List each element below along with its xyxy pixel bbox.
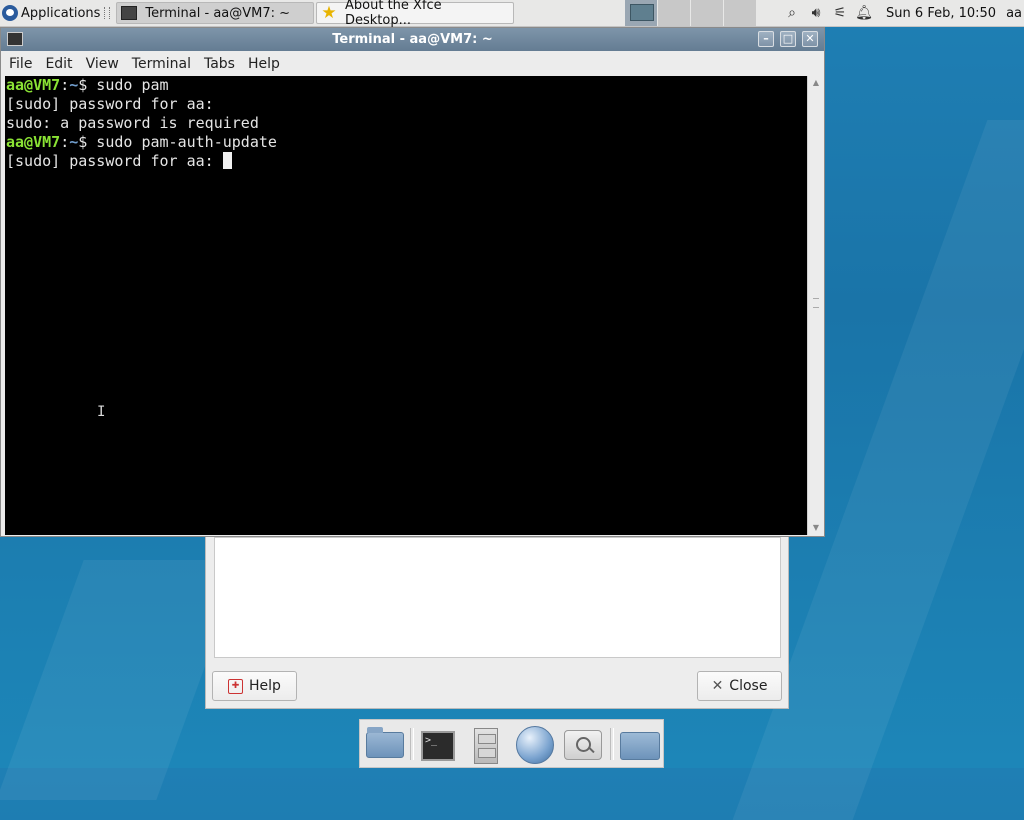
maximize-button[interactable]: □ — [780, 31, 796, 47]
volume-icon[interactable]: 🔊︎ — [806, 5, 826, 21]
top-panel: Applications Terminal - aa@VM7: ~ ★ Abou… — [0, 0, 1024, 28]
menu-tabs[interactable]: Tabs — [199, 56, 240, 72]
close-button[interactable]: ✕ Close — [697, 671, 782, 701]
web-browser-icon — [516, 726, 554, 764]
output-text: [sudo] password for aa: — [6, 95, 214, 113]
taskbar-about-button[interactable]: ★ About the Xfce Desktop... — [316, 0, 515, 28]
scroll-down-arrow-icon[interactable]: ▼ — [810, 523, 822, 533]
file-manager-icon — [474, 728, 498, 764]
system-tray: ⌕ 🔊︎ ⚟ 🔔︎ Sun 6 Feb, 10:50 aa — [780, 0, 1024, 26]
prompt-user: aa@VM7 — [6, 76, 61, 94]
close-button-label: Close — [729, 678, 768, 694]
terminal-icon — [121, 6, 138, 20]
terminal-line: [sudo] password for aa: — [5, 152, 807, 171]
applications-label: Applications — [21, 5, 101, 21]
taskbar-terminal-button[interactable]: Terminal - aa@VM7: ~ — [116, 2, 315, 24]
dock-app-finder[interactable] — [560, 724, 604, 764]
about-content-area — [214, 537, 781, 658]
help-icon: ✚ — [228, 678, 244, 694]
menu-terminal[interactable]: Terminal — [127, 56, 196, 72]
panel-separator — [104, 7, 111, 19]
xfce-logo-icon — [2, 5, 18, 21]
dock-folder[interactable] — [616, 724, 660, 764]
home-folder-icon — [366, 727, 404, 758]
prompt-user: aa@VM7 — [6, 133, 61, 151]
magnifier-icon[interactable]: ⌕ — [782, 5, 802, 21]
star-icon: ★ — [321, 3, 337, 23]
output-text: sudo: a password is required — [6, 114, 259, 132]
terminal-line: [sudo] password for aa: — [5, 95, 807, 114]
dock-terminal[interactable]: >_ — [414, 724, 458, 764]
menu-view[interactable]: View — [81, 56, 124, 72]
network-icon[interactable]: ⚟ — [830, 5, 850, 21]
menu-file[interactable]: File — [4, 56, 37, 72]
dock-web-browser[interactable] — [512, 724, 556, 764]
minimize-button[interactable]: – — [758, 31, 774, 47]
mouse-ibeam-cursor: I — [97, 404, 106, 420]
dock-separator — [610, 728, 614, 760]
terminal-window: Terminal - aa@VM7: ~ – □ ✕ File Edit Vie… — [0, 27, 825, 537]
output-text: [sudo] password for aa: — [6, 152, 223, 170]
terminal-menubar: File Edit View Terminal Tabs Help — [1, 51, 824, 76]
taskbar-terminal-label: Terminal - aa@VM7: ~ — [145, 5, 291, 21]
taskbar-about-label: About the Xfce Desktop... — [345, 0, 442, 28]
user-menu[interactable]: aa — [1006, 6, 1022, 21]
terminal-line: aa@VM7:~$ sudo pam-auth-update — [5, 133, 807, 152]
workspace-switcher — [624, 0, 756, 26]
dock-file-manager[interactable] — [460, 724, 504, 764]
notification-bell-icon[interactable]: 🔔︎ — [854, 5, 874, 21]
help-button[interactable]: ✚ Help — [212, 671, 297, 701]
workspace-2[interactable] — [657, 0, 690, 26]
prompt-command: $ sudo pam-auth-update — [78, 133, 277, 151]
menu-help[interactable]: Help — [243, 56, 285, 72]
applications-menu-button[interactable]: Applications — [0, 0, 104, 26]
terminal-output-area[interactable]: aa@VM7:~$ sudo pam [sudo] password for aa… — [5, 76, 807, 535]
workspace-1[interactable] — [624, 0, 657, 26]
window-title: Terminal - aa@VM7: ~ — [332, 32, 493, 47]
prompt-separator: : — [60, 76, 70, 94]
prompt-path: ~ — [69, 133, 79, 151]
menu-edit[interactable]: Edit — [40, 56, 77, 72]
terminal-icon: >_ — [421, 731, 455, 761]
scroll-up-arrow-icon[interactable]: ▲ — [810, 78, 822, 88]
text-cursor — [222, 152, 232, 169]
folder-icon — [620, 732, 660, 760]
prompt-path: ~ — [69, 76, 79, 94]
workspace-4[interactable] — [723, 0, 756, 26]
help-button-label: Help — [249, 678, 281, 694]
window-close-button[interactable]: ✕ — [802, 31, 818, 47]
close-icon: ✕ — [711, 678, 724, 694]
prompt-command: $ sudo pam — [78, 76, 169, 94]
about-xfce-dialog: ✚ Help ✕ Close — [205, 536, 789, 709]
workspace-3[interactable] — [690, 0, 723, 26]
scrollbar-grip[interactable] — [813, 298, 819, 308]
bottom-dock: >_ — [359, 719, 664, 768]
app-finder-icon — [564, 730, 602, 760]
dock-home-folder[interactable] — [362, 724, 406, 764]
terminal-line: sudo: a password is required — [5, 114, 807, 133]
terminal-line: aa@VM7:~$ sudo pam — [5, 76, 807, 95]
prompt-separator: : — [60, 133, 70, 151]
terminal-titlebar[interactable]: Terminal - aa@VM7: ~ – □ ✕ — [1, 28, 824, 51]
terminal-scrollbar[interactable]: ▲ ▼ — [807, 76, 823, 535]
clock[interactable]: Sun 6 Feb, 10:50 — [886, 6, 996, 21]
